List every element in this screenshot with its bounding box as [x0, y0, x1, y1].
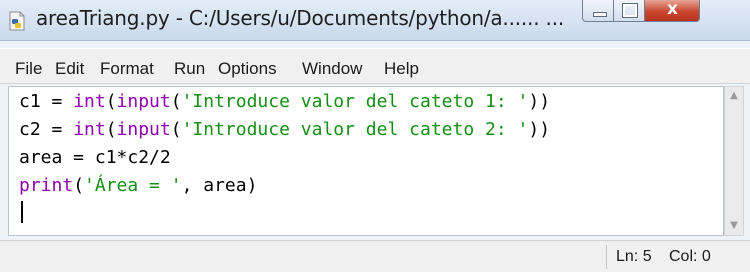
code-line: c1 = int(input('Introduce valor del cate…: [19, 88, 550, 116]
code-line: area = c1*c2/2: [19, 144, 171, 172]
text-cursor: [21, 201, 23, 223]
minimize-button[interactable]: [582, 0, 614, 22]
python-file-icon: [9, 11, 25, 31]
menu-format[interactable]: Format: [100, 59, 154, 79]
code-token-string: 'Área = ': [84, 175, 182, 196]
maximize-icon: [622, 3, 638, 18]
code-token-plain: (: [170, 91, 182, 112]
menu-help[interactable]: Help: [384, 59, 419, 79]
code-token-plain: c2 =: [19, 119, 74, 140]
code-token-builtin: input: [116, 91, 171, 112]
code-token-builtin: print: [19, 175, 74, 196]
arrow-down-icon: ▼: [730, 220, 738, 231]
idle-editor-window: areaTriang.py - C:/Users/u/Documents/pyt…: [0, 0, 750, 272]
arrow-up-icon: ▲: [730, 90, 738, 101]
code-token-plain: , area): [181, 175, 258, 196]
maximize-button[interactable]: [614, 0, 645, 22]
code-editor[interactable]: c1 = int(input('Introduce valor del cate…: [8, 86, 724, 236]
status-divider: [606, 245, 607, 269]
scroll-up-button[interactable]: ▲: [725, 87, 743, 105]
code-token-string: 'Introduce valor del cateto 2: ': [181, 119, 529, 140]
code-token-plain: (: [73, 175, 85, 196]
code-line: print('Área = ', area): [19, 172, 257, 200]
close-icon: x: [667, 0, 678, 19]
code-token-plain: area = c1*c2/2: [19, 147, 171, 168]
menu-file[interactable]: File: [15, 59, 42, 79]
menu-run[interactable]: Run: [174, 59, 205, 79]
menu-bar: File Edit Format Run Options Window Help: [0, 48, 750, 84]
close-button[interactable]: x: [645, 0, 700, 22]
code-token-string: 'Introduce valor del cateto 1: ': [181, 91, 529, 112]
status-column-number: Col: 0: [669, 248, 711, 265]
code-token-plain: (: [105, 91, 117, 112]
menu-edit[interactable]: Edit: [55, 59, 84, 79]
status-bar: Ln: 5 Col: 0: [0, 240, 750, 272]
status-line-number: Ln: 5: [616, 248, 652, 265]
scroll-down-button[interactable]: ▼: [725, 217, 743, 235]
menu-options[interactable]: Options: [218, 59, 277, 79]
code-token-plain: (: [170, 119, 182, 140]
code-token-builtin: input: [116, 119, 171, 140]
code-token-plain: c1 =: [19, 91, 74, 112]
code-token-plain: )): [528, 119, 551, 140]
title-bar[interactable]: areaTriang.py - C:/Users/u/Documents/pyt…: [0, 0, 750, 41]
code-token-plain: (: [105, 119, 117, 140]
code-line: c2 = int(input('Introduce valor del cate…: [19, 116, 550, 144]
menu-window[interactable]: Window: [302, 59, 362, 79]
code-token-plain: )): [528, 91, 551, 112]
minimize-icon: [593, 12, 607, 17]
code-token-builtin: int: [73, 91, 106, 112]
vertical-scrollbar[interactable]: ▲ ▼: [724, 86, 744, 236]
code-token-builtin: int: [73, 119, 106, 140]
window-title: areaTriang.py - C:/Users/u/Documents/pyt…: [36, 6, 565, 30]
